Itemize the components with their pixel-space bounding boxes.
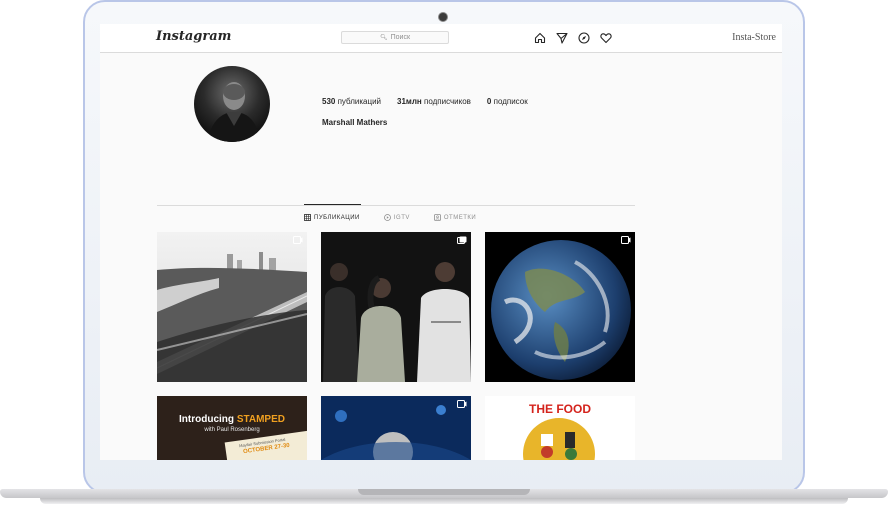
- tag-icon: [433, 214, 441, 221]
- instagram-screen: Instagram 🔍︎ Поиск Insta-Store 530 публи…: [100, 24, 782, 460]
- grid-icon: [304, 214, 311, 221]
- post-aquarium[interactable]: [321, 396, 471, 460]
- video-icon: [457, 400, 467, 408]
- profile-stats: 530 публикаций 31млн подписчиков 0 подпи…: [322, 97, 528, 106]
- profile-name: Marshall Mathers: [322, 118, 388, 127]
- carousel-icon: [457, 236, 467, 244]
- laptop-notch: [358, 489, 530, 495]
- profile-avatar[interactable]: [194, 66, 270, 142]
- heart-icon[interactable]: [599, 31, 612, 44]
- post-three-people[interactable]: [321, 232, 471, 382]
- search-icon: 🔍︎: [379, 35, 388, 41]
- post-the-food[interactable]: THE FOOD: [485, 396, 635, 460]
- instagram-logo[interactable]: Instagram: [156, 29, 231, 44]
- post-stamped[interactable]: Introducing STAMPED with Paul Rosenberg …: [157, 396, 307, 460]
- following-stat[interactable]: 0 подписок: [487, 97, 528, 106]
- explore-icon[interactable]: [577, 31, 590, 44]
- nav-icons: [533, 31, 612, 44]
- tabs-divider: [157, 205, 635, 206]
- followers-stat[interactable]: 31млн подписчиков: [397, 97, 471, 106]
- laptop-base-shadow: [40, 498, 848, 504]
- tab-posts[interactable]: ПУБЛИКАЦИИ: [304, 214, 360, 221]
- camera-icon: [439, 13, 447, 21]
- igtv-icon: [383, 214, 391, 221]
- post-city-river[interactable]: [157, 232, 307, 382]
- post-earth[interactable]: [485, 232, 635, 382]
- top-bar: Instagram 🔍︎ Поиск Insta-Store: [100, 24, 782, 53]
- direct-icon[interactable]: [555, 31, 568, 44]
- active-tab-indicator: [304, 204, 361, 205]
- profile-tabs: ПУБЛИКАЦИИ IGTV ОТМЕТКИ: [304, 214, 476, 221]
- home-icon[interactable]: [533, 31, 546, 44]
- tab-tagged[interactable]: ОТМЕТКИ: [433, 214, 476, 221]
- search-placeholder: Поиск: [390, 34, 411, 41]
- store-link[interactable]: Insta-Store: [732, 32, 776, 43]
- tab-igtv[interactable]: IGTV: [383, 214, 410, 221]
- search-input[interactable]: 🔍︎ Поиск: [341, 31, 449, 44]
- posts-stat: 530 публикаций: [322, 97, 382, 106]
- video-icon: [621, 236, 631, 244]
- video-icon: [293, 236, 303, 244]
